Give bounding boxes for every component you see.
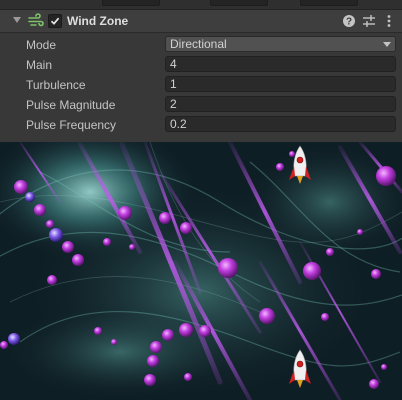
previous-component-strip (0, 0, 402, 10)
property-label: Pulse Frequency (26, 118, 117, 132)
previous-field (102, 0, 160, 6)
property-label: Pulse Magnitude (26, 98, 116, 112)
more-options-icon[interactable] (382, 14, 396, 28)
checkmark-icon (50, 17, 60, 25)
game-scene (0, 142, 402, 400)
property-row-turbulence: Turbulence 1 (0, 75, 402, 95)
turbulence-field[interactable]: 1 (165, 76, 396, 92)
help-icon[interactable]: ? (342, 14, 356, 28)
mode-dropdown[interactable]: Directional (165, 36, 396, 52)
previous-field (210, 0, 268, 6)
component-title: Wind Zone (67, 14, 129, 28)
component-header[interactable]: Wind Zone ? (0, 10, 402, 33)
preset-icon[interactable] (362, 14, 376, 28)
game-view[interactable] (0, 142, 402, 400)
property-label: Main (26, 58, 53, 72)
svg-text:?: ? (346, 17, 352, 28)
component-enabled-checkbox[interactable] (48, 14, 62, 28)
property-row-mode: Mode Directional (0, 35, 402, 55)
mode-dropdown-value: Directional (170, 37, 227, 51)
pulse-frequency-field[interactable]: 0.2 (165, 116, 396, 132)
chevron-down-icon (383, 42, 391, 47)
wind-zone-icon (28, 13, 44, 27)
foldout-arrow-icon[interactable] (13, 17, 21, 23)
property-row-main: Main 4 (0, 55, 402, 75)
property-label: Turbulence (26, 78, 86, 92)
pulse-magnitude-field[interactable]: 2 (165, 96, 396, 112)
main-field[interactable]: 4 (165, 56, 396, 72)
property-label: Mode (26, 38, 57, 52)
previous-field (300, 0, 358, 6)
property-row-pulse-frequency: Pulse Frequency 0.2 (0, 115, 402, 135)
property-row-pulse-magnitude: Pulse Magnitude 2 (0, 95, 402, 115)
